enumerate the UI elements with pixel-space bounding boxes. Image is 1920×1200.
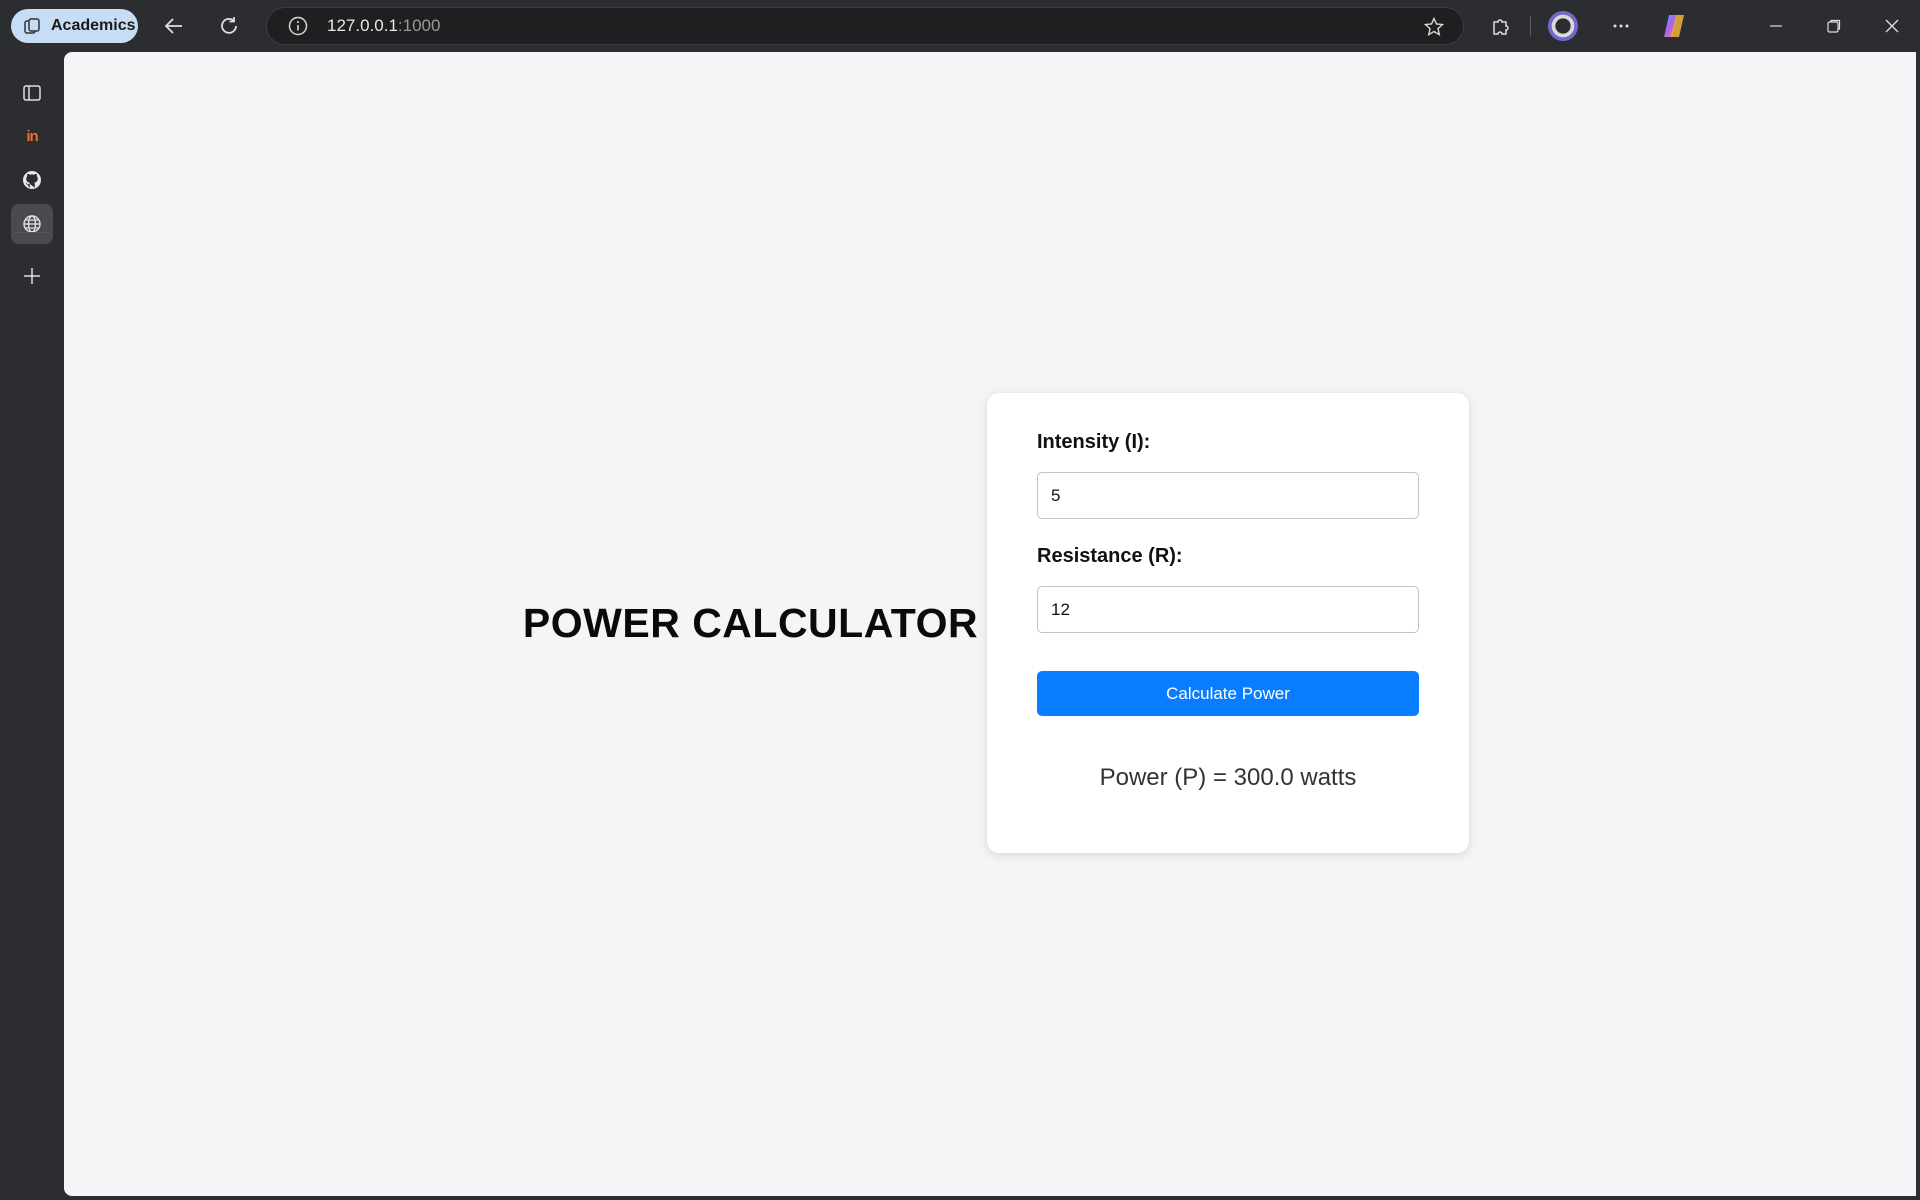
github-icon (23, 171, 41, 189)
copilot-icon[interactable] (1660, 12, 1688, 40)
page-title: POWER CALCULATOR (522, 600, 979, 646)
url-port: :1000 (397, 16, 441, 35)
minimize-icon (1770, 25, 1782, 27)
browser-sidebar: in (0, 52, 64, 1200)
more-menu-button[interactable] (1605, 10, 1637, 42)
calculator-card: Intensity (I): Resistance (R): Calculate… (987, 393, 1469, 853)
profile-button[interactable]: Academics (11, 9, 138, 43)
power-result-text: Power (P) = 300.0 watts (1099, 764, 1357, 791)
intensity-input[interactable] (1037, 472, 1419, 519)
restore-button[interactable] (1819, 12, 1849, 40)
back-arrow-icon (164, 18, 182, 34)
page-viewport: POWER CALCULATOR Intensity (I): Resistan… (64, 52, 1916, 1196)
extensions-puzzle-icon (1493, 19, 1509, 35)
url-host: 127.0.0.1 (327, 16, 398, 35)
account-avatar[interactable] (1548, 11, 1578, 41)
restore-icon (1827, 19, 1841, 33)
toolbar-divider (1530, 16, 1531, 36)
tabs-icon (23, 85, 41, 101)
workspace-icon (24, 18, 40, 34)
intensity-label: Intensity (I): (1037, 431, 1151, 453)
resistance-input[interactable] (1037, 586, 1419, 633)
invision-icon: in (26, 127, 38, 145)
resistance-label: Resistance (R): (1037, 545, 1183, 567)
profile-label: Academics (51, 17, 136, 34)
sidebar-item-invision[interactable]: in (11, 116, 53, 156)
reload-icon (221, 17, 237, 34)
sidebar-item-globe[interactable] (11, 204, 53, 244)
extensions-button[interactable] (1485, 10, 1517, 42)
reload-button[interactable] (213, 10, 245, 42)
calculate-power-button[interactable]: Calculate Power (1037, 671, 1419, 716)
minimize-button[interactable] (1761, 12, 1791, 40)
address-bar[interactable]: 127.0.0.1:1000 (266, 7, 1464, 45)
sidebar-item-github[interactable] (11, 160, 53, 200)
site-info-icon[interactable] (287, 15, 309, 37)
close-icon (1885, 19, 1899, 33)
sidebar-add-button[interactable] (11, 256, 53, 296)
favorite-star-icon[interactable] (1423, 16, 1445, 38)
add-icon (24, 268, 40, 284)
more-dots-icon (1613, 24, 1629, 28)
browser-titlebar: Academics 127.0.0.1:1000 (0, 0, 1920, 52)
back-button[interactable] (158, 10, 190, 42)
close-window-button[interactable] (1877, 12, 1907, 40)
sidebar-item-tabs[interactable] (11, 73, 53, 113)
sidebar-divider (14, 232, 50, 233)
